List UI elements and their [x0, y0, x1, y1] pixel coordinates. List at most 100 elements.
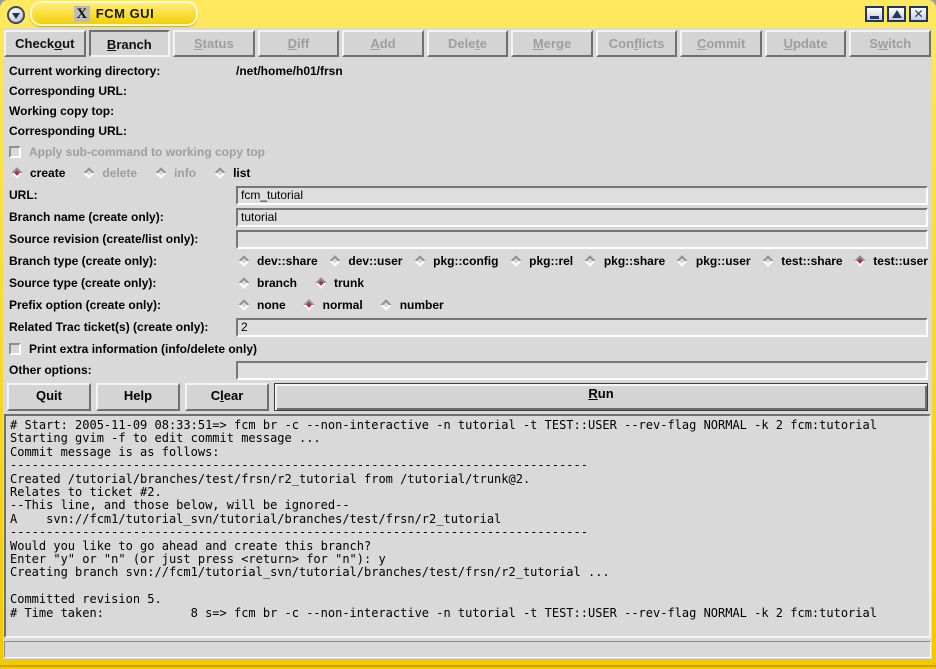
radio-diamond-icon — [508, 254, 523, 269]
branch-type-radio-group: dev::share dev::user pkg::config pkg::rel pk… — [236, 254, 928, 269]
window-controls: ✕ — [865, 6, 928, 22]
form-row-apply-subcommand: Apply sub-command to working copy top — [9, 141, 928, 162]
title-tab[interactable]: X FCM GUI — [30, 1, 198, 26]
form-row-related-trac-tickets: Related Trac ticket(s) (create only): — [9, 316, 928, 338]
maximize-button[interactable] — [887, 6, 906, 22]
branch-type-radio-pkg-user[interactable]: pkg::user — [675, 254, 751, 269]
source-revision-input[interactable] — [236, 230, 928, 249]
radio-label: pkg::rel — [529, 254, 573, 268]
source-type-radio-branch[interactable]: branch — [236, 276, 297, 291]
form-row-source-type: Source type (create only): branch trunk — [9, 272, 928, 294]
tab-diff: Diff — [258, 30, 340, 57]
window-frame-accent — [0, 665, 936, 667]
field-label: Branch name (create only): — [9, 210, 236, 224]
form-row-branch-type: Branch type (create only):dev::sharedev:… — [9, 250, 928, 272]
close-button[interactable]: ✕ — [909, 6, 928, 22]
radio-diamond-icon — [583, 254, 598, 269]
branch-type-radio-pkg-config[interactable]: pkg::config — [412, 254, 498, 269]
branch-type-radio-dev-user[interactable]: dev::user — [327, 254, 402, 269]
chevron-down-icon — [12, 13, 20, 19]
action-button-row: QuitHelpClearRun — [3, 381, 932, 411]
branch-name-input[interactable] — [236, 208, 928, 227]
radio-label: pkg::share — [604, 254, 665, 268]
radio-diamond-icon — [302, 298, 317, 313]
tab-merge: Merge — [511, 30, 593, 57]
radio-diamond-icon — [81, 166, 96, 181]
branch-action-radio-group: create delete info list — [9, 166, 928, 181]
branch-type-radio-test-share[interactable]: test::share — [760, 254, 842, 269]
clear-button[interactable]: Clear — [185, 383, 269, 411]
minimize-icon — [870, 16, 879, 19]
prefix-option-radio-none[interactable]: none — [236, 298, 286, 313]
help-button[interactable]: Help — [96, 383, 180, 411]
field-label: Source revision (create/list only): — [9, 232, 236, 246]
prefix-option-radio-normal[interactable]: normal — [302, 298, 363, 313]
quit-button[interactable]: Quit — [7, 383, 91, 411]
field-label: Corresponding URL: — [9, 124, 236, 138]
tab-status: Status — [173, 30, 255, 57]
form-row-branch-name: Branch name (create only): — [9, 206, 928, 228]
current-working-directory-value: /net/home/h01/frsn — [236, 64, 343, 78]
radio-label: test::share — [781, 254, 842, 268]
prefix-option-radio-number[interactable]: number — [379, 298, 444, 313]
radio-label: list — [233, 166, 250, 180]
fcm-gui-window: X FCM GUI ✕ CheckoutBranchStatusDiffAddD… — [0, 0, 936, 669]
radio-diamond-icon — [236, 276, 251, 291]
radio-label: number — [400, 298, 444, 312]
print-extra-information-label: Print extra information (info/delete onl… — [29, 342, 257, 356]
form: Current working directory:/net/home/h01/… — [3, 58, 932, 381]
radio-diamond-icon — [327, 254, 342, 269]
branch-action-radio-list[interactable]: list — [212, 166, 250, 181]
form-row-corresponding-url-2: Corresponding URL: — [9, 121, 928, 141]
maximize-icon — [892, 10, 902, 18]
other-options-input[interactable] — [236, 361, 928, 380]
form-row-other-options: Other options: — [9, 359, 928, 381]
branch-type-radio-test-user[interactable]: test::user — [852, 254, 928, 269]
window-menu-button[interactable] — [7, 6, 25, 24]
x11-icon: X — [74, 6, 90, 22]
form-row-branch-action: create delete info list — [9, 162, 928, 184]
radio-label: normal — [323, 298, 363, 312]
tab-branch[interactable]: Branch — [89, 30, 171, 57]
field-label: Source type (create only): — [9, 276, 236, 290]
branch-type-radio-dev-share[interactable]: dev::share — [236, 254, 318, 269]
tab-checkout[interactable]: Checkout — [4, 30, 86, 57]
radio-label: none — [257, 298, 286, 312]
field-label: URL: — [9, 188, 236, 202]
radio-diamond-icon — [379, 298, 394, 313]
form-row-source-revision: Source revision (create/list only): — [9, 228, 928, 250]
radio-label: test::user — [873, 254, 928, 268]
branch-action-radio-create[interactable]: create — [9, 166, 65, 181]
minimize-button[interactable] — [865, 6, 884, 22]
radio-diamond-icon — [760, 254, 775, 269]
prefix-option-radio-group: none normal number — [236, 298, 928, 313]
branch-action-radio-delete: delete — [81, 166, 137, 181]
radio-label: branch — [257, 276, 297, 290]
branch-type-radio-pkg-rel[interactable]: pkg::rel — [508, 254, 573, 269]
print-extra-information-checkbox[interactable] — [9, 343, 21, 355]
branch-action-radio-info: info — [153, 166, 196, 181]
source-type-radio-group: branch trunk — [236, 276, 928, 291]
radio-diamond-icon — [313, 276, 328, 291]
radio-diamond-icon — [236, 298, 251, 313]
console-output[interactable]: # Start: 2005-11-09 08:33:51=> fcm br -c… — [4, 414, 931, 638]
related-trac-tickets-input[interactable] — [236, 318, 928, 337]
tab-update: Update — [765, 30, 847, 57]
radio-label: pkg::user — [696, 254, 751, 268]
tab-conflicts: Conflicts — [596, 30, 678, 57]
form-row-print-extra-information: Print extra information (info/delete onl… — [9, 338, 928, 359]
branch-type-radio-pkg-share[interactable]: pkg::share — [583, 254, 665, 269]
tab-commit: Commit — [680, 30, 762, 57]
form-row-working-copy-top: Working copy top: — [9, 101, 928, 121]
radio-label: delete — [102, 166, 137, 180]
radio-diamond-icon — [153, 166, 168, 181]
run-button[interactable]: Run — [274, 383, 928, 411]
radio-label: pkg::config — [433, 254, 498, 268]
radio-label: trunk — [334, 276, 364, 290]
field-label: Related Trac ticket(s) (create only): — [9, 320, 236, 334]
window-title: FCM GUI — [96, 6, 154, 21]
url-input[interactable] — [236, 186, 928, 205]
form-row-url: URL: — [9, 184, 928, 206]
source-type-radio-trunk[interactable]: trunk — [313, 276, 364, 291]
field-label: Working copy top: — [9, 104, 236, 118]
